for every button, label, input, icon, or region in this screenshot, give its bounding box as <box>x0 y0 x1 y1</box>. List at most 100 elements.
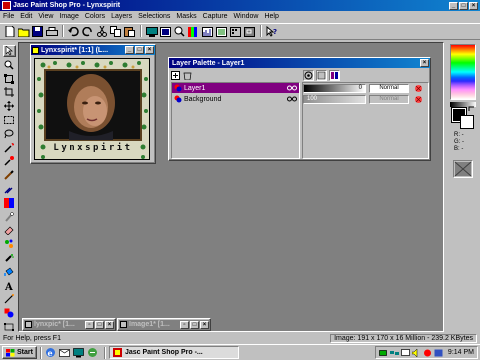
layer-palette-icon[interactable] <box>215 25 228 38</box>
tray-clock[interactable]: 9:14 PM <box>448 349 474 356</box>
workspace[interactable]: Lynxspirit* [1:1] (L... _ □ × Lynxspirit… <box>18 42 444 332</box>
maximize-button[interactable]: □ <box>459 1 468 10</box>
tool-palette-icon[interactable] <box>229 25 242 38</box>
minimize-button[interactable]: _ <box>449 1 458 10</box>
quicklaunch-channels-icon[interactable] <box>87 347 98 358</box>
flood-fill-tool-icon[interactable] <box>3 266 16 278</box>
layer-visibility-eyeglasses-icon[interactable] <box>287 85 297 91</box>
histogram-icon[interactable] <box>201 25 214 38</box>
menu-colors[interactable]: Colors <box>82 12 108 21</box>
layer-opacity-slider[interactable]: 0 <box>303 83 366 93</box>
layer-palette-title-bar[interactable]: Layer Palette - Layer1 × <box>169 58 430 68</box>
selection-tool-icon[interactable] <box>3 114 16 126</box>
overview-icon[interactable] <box>243 25 256 38</box>
airbrush-tool-icon[interactable] <box>3 252 16 264</box>
layer-opacity-slider[interactable]: 100 <box>303 94 366 104</box>
quicklaunch-outlook-icon[interactable] <box>59 347 70 358</box>
blend-mode-select[interactable]: Normal <box>369 94 409 104</box>
retouch-tool-icon[interactable] <box>3 211 16 223</box>
close-button[interactable]: × <box>105 320 114 329</box>
menu-edit[interactable]: Edit <box>17 12 35 21</box>
tray-battery-icon[interactable] <box>379 349 388 357</box>
help-pointer-icon[interactable]: ? <box>265 25 278 38</box>
cut-icon[interactable] <box>95 25 108 38</box>
arrow-tool-icon[interactable] <box>2 45 16 57</box>
app-icon[interactable] <box>2 1 11 10</box>
new-file-icon[interactable] <box>3 25 16 38</box>
restore-button[interactable]: ▫ <box>180 320 189 329</box>
layer-row-background[interactable]: Background <box>172 94 299 104</box>
swap-colors-icon[interactable] <box>468 106 475 113</box>
new-layer-icon[interactable] <box>171 71 180 80</box>
maximize-button[interactable]: □ <box>95 320 104 329</box>
minimized-window-image1[interactable]: Image1* [1... ▫ □ × <box>117 318 211 331</box>
open-folder-icon[interactable] <box>17 25 30 38</box>
tray-display-icon[interactable] <box>401 348 410 357</box>
close-button[interactable]: × <box>469 1 478 10</box>
tray-network-icon[interactable] <box>389 349 399 357</box>
image-minimize-button[interactable]: _ <box>125 46 134 54</box>
delete-layer-icon[interactable] <box>183 71 192 80</box>
text-tool-icon[interactable]: A <box>3 280 16 292</box>
undo-icon[interactable] <box>67 25 80 38</box>
mover-tool-icon[interactable] <box>3 100 16 112</box>
layer-tab-blend-icon[interactable] <box>316 70 327 81</box>
paintbrush-tool-icon[interactable] <box>3 169 16 181</box>
layer-tab-visibility-icon[interactable] <box>303 70 314 81</box>
image-canvas[interactable]: Lynxspirit <box>34 58 150 160</box>
redo-icon[interactable] <box>81 25 94 38</box>
menu-window[interactable]: Window <box>231 12 262 21</box>
eraser-tool-icon[interactable] <box>3 225 16 237</box>
browse-icon[interactable] <box>145 25 158 38</box>
quicklaunch-ie-icon[interactable]: e <box>45 347 56 358</box>
menu-capture[interactable]: Capture <box>200 12 231 21</box>
draw-line-tool-icon[interactable] <box>3 294 16 306</box>
layer-name[interactable]: Layer1 <box>184 85 287 92</box>
quicklaunch-desktop-icon[interactable] <box>73 347 84 358</box>
menu-layers[interactable]: Layers <box>108 12 135 21</box>
tray-volume-icon[interactable] <box>411 348 421 357</box>
layer-palette[interactable]: Layer Palette - Layer1 × Layer1 0 Normal… <box>168 57 431 161</box>
image-window-title-bar[interactable]: Lynxspirit* [1:1] (L... _ □ × <box>31 45 155 55</box>
menu-help[interactable]: Help <box>261 12 281 21</box>
layer-palette-close-button[interactable]: × <box>420 59 429 67</box>
menu-selections[interactable]: Selections <box>135 12 173 21</box>
image-window[interactable]: Lynxspirit* [1:1] (L... _ □ × Lynxspirit <box>30 44 156 164</box>
layer-row-layer1[interactable]: Layer1 <box>172 83 299 93</box>
fullscreen-icon[interactable] <box>159 25 172 38</box>
blend-mode-select[interactable]: Normal <box>369 83 409 93</box>
clone-brush-tool-icon[interactable] <box>3 183 16 195</box>
color-replacer-tool-icon[interactable] <box>3 197 16 209</box>
background-color-swatch[interactable] <box>460 115 474 129</box>
preset-shapes-tool-icon[interactable] <box>3 307 16 319</box>
dropper-tool-icon[interactable] <box>3 156 16 168</box>
color-spectrum-picker[interactable] <box>450 44 476 100</box>
picture-tube-tool-icon[interactable] <box>3 238 16 250</box>
style-swatch-null-icon[interactable] <box>453 160 473 178</box>
menu-masks[interactable]: Masks <box>173 12 199 21</box>
paste-icon[interactable] <box>123 25 136 38</box>
app-title-bar[interactable]: Jasc Paint Shop Pro - Lynxspirit _ □ × <box>0 0 480 11</box>
layer-visibility-eyeglasses-icon[interactable] <box>287 96 297 102</box>
restore-button[interactable]: ▫ <box>85 320 94 329</box>
start-button[interactable]: Start <box>2 346 37 359</box>
color-palette-icon[interactable] <box>187 25 200 38</box>
deform-tool-icon[interactable] <box>3 73 16 85</box>
magic-wand-tool-icon[interactable] <box>3 142 16 154</box>
crop-tool-icon[interactable] <box>3 87 16 99</box>
copy-icon[interactable] <box>109 25 122 38</box>
image-close-button[interactable]: × <box>145 46 154 54</box>
menu-view[interactable]: View <box>35 12 56 21</box>
menu-image[interactable]: Image <box>56 12 81 21</box>
maximize-button[interactable]: □ <box>190 320 199 329</box>
zoom-tool-icon[interactable] <box>3 59 16 71</box>
layer-name[interactable]: Background <box>184 96 287 103</box>
close-button[interactable]: × <box>200 320 209 329</box>
minimized-window-lynxpic[interactable]: lynxpic* [1... ▫ □ × <box>22 318 116 331</box>
print-icon[interactable] <box>45 25 58 38</box>
zoom-icon[interactable] <box>173 25 186 38</box>
taskbar-task-psp[interactable]: Jasc Paint Shop Pro -... <box>108 346 239 359</box>
vector-object-tool-icon[interactable] <box>3 321 16 333</box>
layer-mask-link-icon[interactable] <box>414 84 423 93</box>
tray-app-icon[interactable] <box>434 349 443 357</box>
